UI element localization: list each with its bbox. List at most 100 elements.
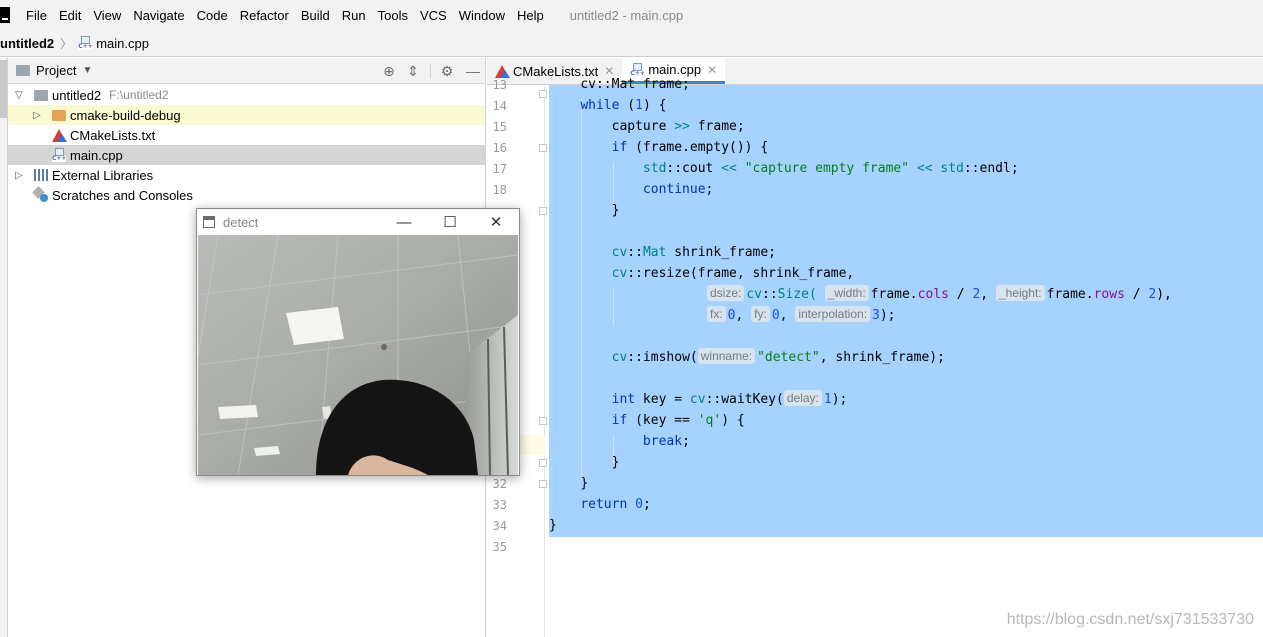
menu-window[interactable]: Window [453,8,511,23]
collapsed-arrow-icon[interactable]: ▷ [33,110,41,121]
tree-item-label: cmake-build-debug [70,107,181,123]
tree-item-main-cpp[interactable]: C++ main.cpp [8,145,485,165]
code-editor[interactable]: cv::Mat frame; while (1) { capture >> fr… [549,77,1263,637]
code-text: } [549,518,557,533]
code-text: ::waitKey( [705,392,784,407]
code-text: capture [611,119,675,134]
minimize-icon[interactable]: — [381,209,427,235]
menu-code[interactable]: Code [191,8,234,23]
code-line-26: cv::imshow(winname: "detect", shrink_fram… [549,347,945,368]
menu-tools[interactable]: Tools [372,8,414,23]
detect-window[interactable]: detect — ☐ ✕ [196,208,520,476]
line-number: 18 [492,183,507,197]
fold-marker-icon[interactable] [539,480,547,488]
namespace: std [642,161,667,176]
minimize-panel-icon[interactable]: — [464,62,482,80]
menu-view[interactable]: View [87,8,127,23]
menu-vcs[interactable]: VCS [414,8,453,23]
code-text: ; [705,182,714,197]
collapsed-arrow-icon[interactable]: ▷ [15,170,23,181]
camera-frame-image [198,235,518,475]
breadcrumb-project[interactable]: untitled2 [0,36,54,51]
code-text: ; [642,497,651,512]
code-text: , [980,287,996,302]
code-line-13: cv::Mat frame; [549,74,690,95]
menu-bar: File Edit View Navigate Code Refactor Bu… [0,0,1263,30]
tree-item-label: untitled2 [52,87,102,103]
namespace: cv [611,245,628,260]
gear-icon[interactable]: ⚙ [438,62,456,80]
tree-item-external-libraries[interactable]: ▷ External Libraries [8,165,485,185]
left-tool-stripe [0,58,8,637]
code-line-32: } [549,473,588,494]
line-number: 35 [492,540,507,554]
folder-icon [16,65,30,76]
code-text: (key == [627,413,698,428]
operator: << [916,161,933,176]
expanded-arrow-icon[interactable]: ▽ [15,90,23,101]
fold-marker-icon[interactable] [539,417,547,425]
code-text: / [1124,287,1149,302]
collapse-all-icon[interactable]: ⇕ [404,62,422,80]
code-line-22: cv::resize(frame, shrink_frame, [549,263,855,284]
tree-item-label: Scratches and Consoles [52,187,193,203]
namespace: cv [611,266,628,281]
close-icon[interactable]: ✕ [707,63,717,77]
project-panel-title[interactable]: Project [36,63,76,78]
field-name: cols [917,287,949,302]
line-number: 17 [492,162,507,176]
tree-item-cmakelists[interactable]: CMakeLists.txt [8,125,485,145]
parameter-hint: _height: [995,285,1045,301]
tree-item-scratches[interactable]: Scratches and Consoles [8,185,485,205]
watermark: https://blog.csdn.net/sxj731533730 [1006,611,1254,628]
type-name: Size( [777,287,817,302]
code-line-23: dsize: cv::Size( _width: frame.cols / 2, _… [707,284,1172,305]
cpp-file-icon: C++ [52,148,67,162]
keyword: return [580,497,628,512]
menu-file[interactable]: File [20,8,53,23]
window-icon [203,216,215,228]
project-tool-tab[interactable] [0,60,7,118]
parameter-hint: _width: [824,285,869,301]
chevron-down-icon[interactable]: ▼ [82,65,92,76]
fold-marker-icon[interactable] [539,459,547,467]
maximize-icon[interactable]: ☐ [427,209,473,235]
breadcrumb: untitled2 〉 C++ main.cpp [0,30,1263,57]
fold-marker-icon[interactable] [539,144,547,152]
indent-guide [613,288,614,326]
parameter-hint: interpolation: [795,306,871,322]
code-text: ); [831,392,848,407]
code-line-19: } [549,200,620,221]
menu-edit[interactable]: Edit [53,8,87,23]
tree-item-untitled2[interactable]: ▽ untitled2 F:\untitled2 [8,85,485,105]
number-literal: 1 [635,98,643,113]
clion-logo-icon [0,7,10,23]
code-text: frame. [1046,287,1094,302]
code-line-28: int key = cv::waitKey(delay: 1); [549,389,847,410]
fold-marker-icon[interactable] [539,207,547,215]
number-literal: 0 [771,308,780,323]
keyword: int [611,392,636,407]
close-icon[interactable]: ✕ [473,209,519,235]
string-literal: "capture empty frame" [744,161,910,176]
code-line-16: if (frame.empty()) { [549,137,769,158]
number-literal: 0 [727,308,736,323]
locate-icon[interactable]: ⊕ [380,62,398,80]
menu-help[interactable]: Help [511,8,550,23]
tree-item-label: main.cpp [70,147,123,163]
menu-refactor[interactable]: Refactor [234,8,295,23]
number-literal: 0 [635,497,643,512]
tree-item-cmake-build-debug[interactable]: ▷ cmake-build-debug [8,105,485,125]
menu-run[interactable]: Run [336,8,372,23]
line-number: 33 [492,498,507,512]
code-line-15: capture >> frame; [549,116,745,137]
menu-build[interactable]: Build [295,8,336,23]
fold-marker-icon[interactable] [539,90,547,98]
breadcrumb-file[interactable]: main.cpp [96,36,149,51]
cmake-icon [52,128,67,142]
code-text: cv::Mat frame; [580,77,690,92]
detect-window-titlebar[interactable]: detect — ☐ ✕ [197,209,519,235]
code-line-30: break; [549,431,690,452]
menu-navigate[interactable]: Navigate [127,8,190,23]
